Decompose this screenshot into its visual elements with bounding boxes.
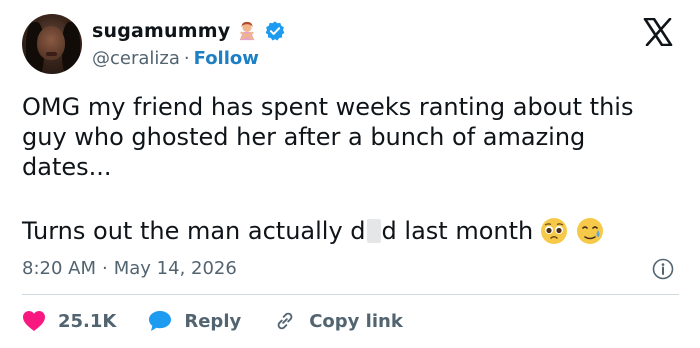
tweet-date: May 14, 2026 (113, 258, 237, 279)
tweet-timestamp[interactable]: 8:20 AM · May 14, 2026 (22, 258, 237, 279)
censor-block (366, 219, 381, 243)
link-icon (277, 312, 293, 330)
author-handle[interactable]: @ceraliza (92, 48, 180, 69)
like-count: 25.1K (58, 310, 117, 332)
x-logo-icon[interactable] (643, 18, 673, 46)
heart-icon (23, 311, 45, 331)
reply-label: Reply (184, 310, 242, 332)
timestamp-separator: · (102, 258, 108, 279)
action-bar: 25.1K Reply Copy link (22, 306, 435, 336)
divider (22, 294, 679, 295)
sad-but-relieved-face-icon (577, 218, 604, 244)
tweet-time: 8:20 AM (22, 258, 96, 279)
avatar-lips (46, 52, 57, 56)
tweet-text: OMG my friend has spent weeks ranting ab… (22, 92, 682, 182)
person-gesturing-no-icon (240, 21, 255, 41)
like-button[interactable]: 25.1K (22, 310, 116, 332)
author-name-row: sugamummy (92, 20, 286, 42)
tweet-card: sugamummy @ceraliza · Follow OMG my friend… (0, 0, 700, 348)
tweet-text-paragraph-1: OMG my friend has spent weeks ranting ab… (22, 93, 634, 181)
follow-button[interactable]: Follow (194, 48, 259, 69)
author-display-name[interactable]: sugamummy (92, 20, 230, 42)
tweet-text-part-start: Turns out the man actually d (22, 217, 366, 245)
tweet-text-paragraph-2: Turns out the man actually d d last month (22, 216, 682, 246)
avatar[interactable] (22, 14, 82, 74)
tweet-text-part-end: d last month (381, 217, 534, 245)
info-icon[interactable] (652, 258, 674, 280)
copy-link-label: Copy link (309, 310, 403, 332)
reply-button[interactable]: Reply (148, 310, 241, 332)
copy-link-button[interactable]: Copy link (273, 310, 403, 332)
avatar-hair-right (62, 22, 80, 74)
verified-badge-icon (266, 21, 285, 41)
author-handle-row: @ceraliza · Follow (92, 48, 259, 69)
pleading-face-icon (541, 218, 568, 244)
handle-separator: · (183, 48, 190, 69)
reply-bubble-icon (149, 311, 172, 331)
